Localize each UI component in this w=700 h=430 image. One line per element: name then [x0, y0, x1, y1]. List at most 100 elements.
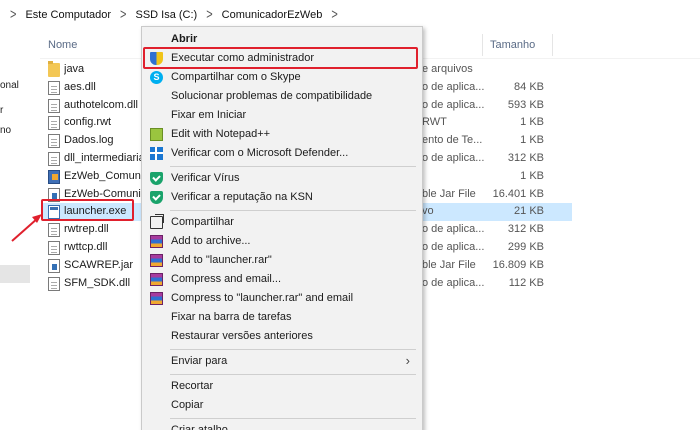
- menu-item-label: Copiar: [171, 399, 204, 411]
- file-icon: [48, 276, 60, 291]
- menu-item-edit-with-notepad[interactable]: Edit with Notepad++: [142, 125, 422, 144]
- file-size: 112 KB: [508, 276, 544, 289]
- menu-item-compartilhar[interactable]: Compartilhar: [142, 213, 422, 232]
- run-as-admin-highlight-box: [143, 47, 418, 69]
- menu-item-label: Compartilhar com o Skype: [171, 71, 301, 83]
- menu-item-label: Verificar Vírus: [171, 172, 240, 184]
- nav-item-fragment[interactable]: r: [0, 105, 3, 116]
- menu-item-label: Compress to "launcher.rar" and email: [171, 292, 354, 304]
- menu-item-label: Compartilhar: [171, 216, 234, 228]
- jar-icon: [48, 258, 60, 273]
- menu-item-label: Edit with Notepad++: [171, 128, 271, 140]
- file-type: e arquivos: [422, 63, 473, 75]
- menu-item-enviar-para[interactable]: Enviar para ›: [142, 352, 422, 371]
- menu-item-verificar-a-reputacao-na-ksn[interactable]: Verificar a reputação na KSN: [142, 188, 422, 207]
- folder-icon: [48, 61, 60, 77]
- file-icon: [48, 152, 60, 166]
- file-name: Dados.log: [64, 134, 114, 147]
- nav-item-selected[interactable]: [0, 265, 30, 283]
- file-name: SCAWREP.jar: [64, 258, 134, 271]
- column-header-size[interactable]: Tamanho: [490, 39, 535, 51]
- file-size: 312 KB: [507, 152, 544, 164]
- menu-item-compartilhar-com-o-skype[interactable]: S Compartilhar com o Skype: [142, 68, 422, 87]
- chevron-right-icon[interactable]: >: [200, 7, 218, 23]
- file-type: RWT: [422, 116, 447, 129]
- column-header-name[interactable]: Nome: [48, 39, 77, 51]
- file-type: o de aplica...: [422, 223, 485, 236]
- file-name: authotelcom.dll: [64, 98, 138, 111]
- menu-separator: [170, 166, 416, 167]
- file-name: config.rwt: [64, 116, 112, 129]
- menu-item-label: Abrir: [171, 33, 198, 45]
- menu-item-label: Compress and email...: [171, 273, 282, 285]
- menu-item-criar-atalho[interactable]: Criar atalho: [142, 421, 422, 430]
- red-arrow-annotation: [11, 214, 42, 242]
- file-size: 1 KB: [520, 134, 544, 147]
- file-name: rwttcp.dll: [64, 241, 108, 253]
- menu-item-verificar-com-o-microsoft-defender[interactable]: Verificar com o Microsoft Defender...: [142, 144, 422, 163]
- file-size: 299 KB: [507, 241, 544, 253]
- skype-icon: S: [150, 71, 163, 84]
- menu-item-compress-to-launcher-rar-and-email[interactable]: Compress to "launcher.rar" and email: [142, 289, 422, 308]
- kaspersky-icon: [150, 191, 163, 204]
- menu-item-copiar[interactable]: Copiar: [142, 396, 422, 415]
- menu-item-label: Recortar: [171, 380, 214, 392]
- file-type: o de aplica...: [422, 80, 485, 93]
- menu-item-verificar-virus[interactable]: Verificar Vírus: [142, 169, 422, 188]
- menu-item-label: Add to "launcher.rar": [171, 254, 272, 266]
- menu-separator: [170, 418, 416, 419]
- file-size: 16.809 KB: [492, 258, 544, 271]
- winrar-icon: [150, 292, 163, 305]
- file-size: 16.401 KB: [492, 187, 544, 200]
- chevron-right-icon[interactable]: >: [114, 7, 132, 23]
- menu-item-label: Criar atalho: [171, 424, 228, 430]
- breadcrumb-este-computador[interactable]: Este Computador: [22, 9, 114, 21]
- menu-item-solucionar-problemas-de-compatibilidade[interactable]: Solucionar problemas de compatibilidade: [142, 87, 422, 106]
- kaspersky-icon: [150, 172, 163, 185]
- breadcrumb-folder[interactable]: ComunicadorEzWeb: [219, 9, 326, 21]
- menu-item-compress-and-email[interactable]: Compress and email...: [142, 270, 422, 289]
- file-size: 593 KB: [507, 98, 544, 111]
- menu-separator: [170, 349, 416, 350]
- menu-item-restaurar-versoes-anteriores[interactable]: Restaurar versões anteriores: [142, 327, 422, 346]
- file-type: o de aplica...: [422, 152, 485, 164]
- file-icon: [48, 98, 60, 113]
- file-size: 1 KB: [520, 116, 544, 129]
- chevron-right-icon[interactable]: >: [325, 7, 343, 23]
- ezweb-icon: [48, 169, 60, 184]
- file-name: java: [64, 63, 85, 75]
- menu-item-label: Add to archive...: [171, 235, 251, 247]
- menu-item-fixar-na-barra-de-tarefas[interactable]: Fixar na barra de tarefas: [142, 308, 422, 327]
- file-icon: [48, 241, 60, 255]
- column-divider[interactable]: [482, 34, 483, 56]
- file-size: 1 KB: [520, 169, 544, 182]
- column-divider[interactable]: [552, 34, 553, 56]
- menu-item-fixar-em-iniciar[interactable]: Fixar em Iniciar: [142, 106, 422, 125]
- context-menu: Abrir Executar como administrador S Compart…: [141, 26, 423, 430]
- file-size: 21 KB: [514, 205, 544, 218]
- nav-item-fragment[interactable]: onal: [0, 80, 19, 91]
- file-name: EzWeb_Comunic: [64, 169, 149, 182]
- file-icon: [48, 116, 60, 131]
- file-name: dll_intermediaria.: [64, 152, 148, 164]
- nav-item-fragment[interactable]: no: [0, 125, 11, 136]
- submenu-chevron-icon: ›: [405, 353, 410, 368]
- menu-item-add-to-archive[interactable]: Add to archive...: [142, 232, 422, 251]
- file-size: 312 KB: [507, 223, 544, 236]
- file-name: aes.dll: [64, 80, 96, 93]
- file-type: o de aplica...: [422, 241, 485, 253]
- breadcrumb-ssd[interactable]: SSD Isa (C:): [132, 9, 200, 21]
- menu-item-add-to-launcher-rar[interactable]: Add to "launcher.rar": [142, 251, 422, 270]
- file-type: ble Jar File: [422, 187, 476, 200]
- file-icon: [48, 80, 60, 95]
- file-icon: [48, 134, 60, 149]
- file-type: ento de Te...: [422, 134, 483, 147]
- menu-item-recortar[interactable]: Recortar: [142, 377, 422, 396]
- file-name: SFM_SDK.dll: [64, 276, 131, 289]
- file-type: vo: [422, 205, 434, 218]
- chevron-right-icon[interactable]: >: [4, 7, 22, 23]
- winrar-icon: [150, 254, 163, 267]
- file-size: 84 KB: [514, 80, 544, 93]
- defender-icon: [150, 147, 163, 160]
- file-name: EzWeb-Comunic: [64, 187, 147, 200]
